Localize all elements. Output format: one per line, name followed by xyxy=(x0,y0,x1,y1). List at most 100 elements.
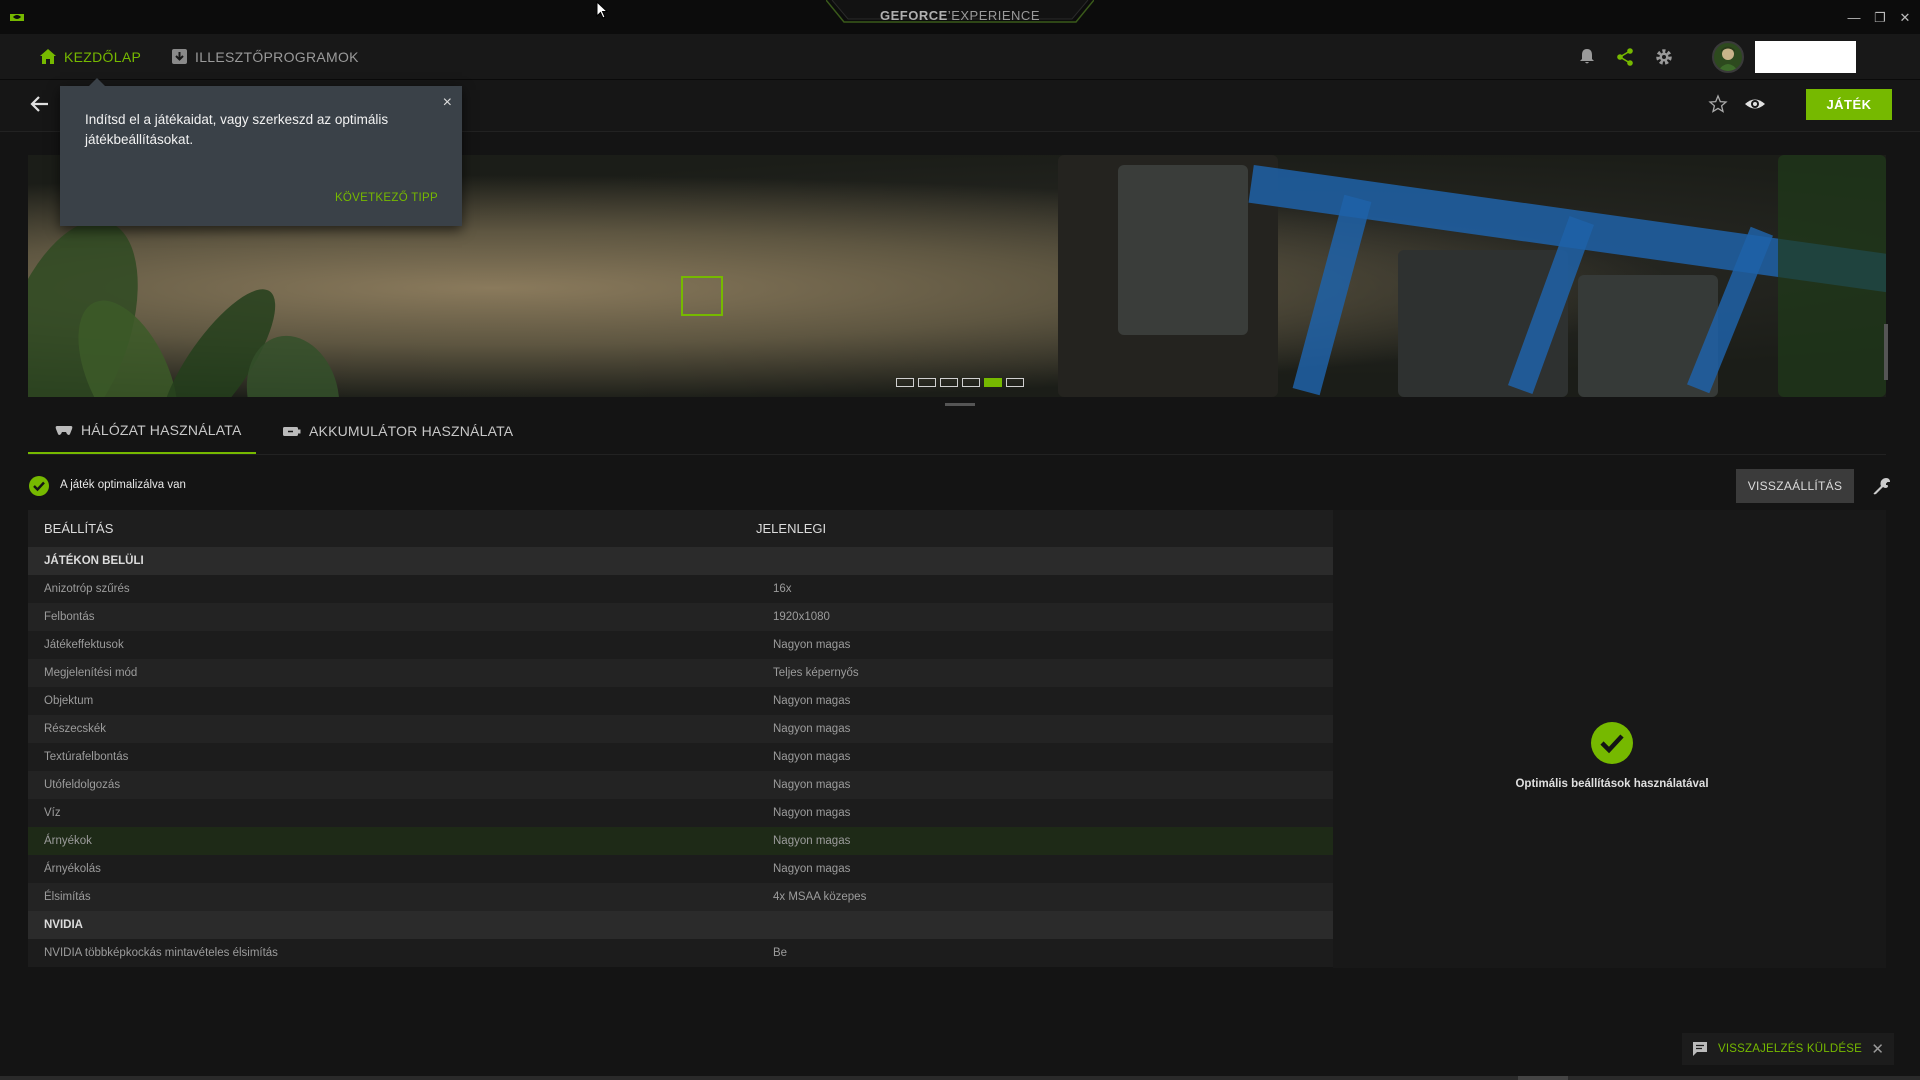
nvidia-settings-list: NVIDIA többképkockás mintavételes élsimí… xyxy=(28,939,1333,967)
section-header-nvidia: NVIDIA xyxy=(28,911,1333,939)
home-icon xyxy=(40,49,56,64)
tab-battery-usage[interactable]: AKKUMULÁTOR HASZNÁLATA xyxy=(283,408,513,454)
eye-icon[interactable] xyxy=(1744,94,1766,114)
tab-divider xyxy=(28,454,1886,455)
setting-value: Nagyon magas xyxy=(773,639,851,651)
tip-text: Indítsd el a játékaidat, vagy szerkeszd … xyxy=(85,112,389,147)
send-feedback-link[interactable]: VISSZAJELZÉS KÜLDÉSE xyxy=(1718,1043,1862,1055)
tab-drivers-label: ILLESZTŐPROGRAMOK xyxy=(195,48,359,65)
play-game-button[interactable]: JÁTÉK xyxy=(1806,89,1892,120)
favorite-star-icon[interactable] xyxy=(1708,94,1728,114)
user-avatar-icon xyxy=(1718,46,1738,71)
setting-name: Felbontás xyxy=(44,611,95,623)
resize-handle[interactable] xyxy=(945,403,975,406)
bottom-scroll-thumb[interactable] xyxy=(1518,1076,1568,1080)
section-header-ingame: JÁTÉKON BELÜLI xyxy=(28,547,1333,575)
bell-icon[interactable] xyxy=(1577,47,1597,67)
close-window-button[interactable]: ✕ xyxy=(1897,10,1913,26)
screenshot-focus-marker xyxy=(681,276,723,316)
setting-value: Teljes képernyős xyxy=(773,667,859,679)
carousel-dot[interactable] xyxy=(1006,378,1024,387)
restore-button[interactable]: ❐ xyxy=(1872,10,1888,26)
column-header-current: JELENLEGI xyxy=(756,521,827,536)
avatar[interactable] xyxy=(1712,41,1744,73)
setting-value: Nagyon magas xyxy=(773,695,851,707)
setting-name: Árnyékok xyxy=(44,835,92,847)
usage-tabs: HÁLÓZAT HASZNÁLATA AKKUMULÁTOR HASZNÁLAT… xyxy=(28,408,1886,455)
feedback-close-button[interactable]: ✕ xyxy=(1871,1040,1884,1058)
carousel-dot[interactable] xyxy=(940,378,958,387)
setting-value: Nagyon magas xyxy=(773,863,851,875)
top-navigation: KEZDŐLAP ILLESZTŐPROGRAMOK xyxy=(0,34,1920,80)
setting-name: Anizotróp szűrés xyxy=(44,583,130,595)
table-row[interactable]: Textúrafelbontás Nagyon magas xyxy=(28,743,1333,771)
setting-value: 16x xyxy=(773,583,792,595)
setting-value: Nagyon magas xyxy=(773,835,851,847)
carousel-dot[interactable] xyxy=(962,378,980,387)
carousel-dot[interactable] xyxy=(918,378,936,387)
tab-network-label: HÁLÓZAT HASZNÁLATA xyxy=(81,422,242,438)
table-row[interactable]: Utófeldolgozás Nagyon magas xyxy=(28,771,1333,799)
tab-home-label: KEZDŐLAP xyxy=(64,48,142,65)
table-row[interactable]: Anizotróp szűrés 16x xyxy=(28,575,1333,603)
network-controller-icon xyxy=(55,426,73,435)
tip-close-button[interactable]: × xyxy=(443,94,452,112)
table-row[interactable]: Árnyékok Nagyon magas xyxy=(28,827,1333,855)
table-row[interactable]: Részecskék Nagyon magas xyxy=(28,715,1333,743)
setting-name: Részecskék xyxy=(44,723,106,735)
table-row[interactable]: Árnyékolás Nagyon magas xyxy=(28,855,1333,883)
tab-network-usage[interactable]: HÁLÓZAT HASZNÁLATA xyxy=(28,408,256,454)
feedback-bar[interactable]: VISSZAJELZÉS KÜLDÉSE ✕ xyxy=(1682,1033,1894,1065)
setting-name: Víz xyxy=(44,807,61,819)
next-tip-link[interactable]: KÖVETKEZŐ TIPP xyxy=(335,192,438,204)
optimized-status-text: A játék optimalizálva van xyxy=(60,479,186,491)
restore-defaults-button[interactable]: VISSZAÁLLÍTÁS xyxy=(1736,469,1854,503)
carousel-dot-active[interactable] xyxy=(984,378,1002,387)
share-icon[interactable] xyxy=(1615,47,1635,67)
setting-name: Élsimítás xyxy=(44,891,91,903)
battery-icon xyxy=(283,427,301,436)
table-row[interactable]: Felbontás 1920x1080 xyxy=(28,603,1333,631)
setting-value: Nagyon magas xyxy=(773,779,851,791)
tip-popup: Indítsd el a játékaidat, vagy szerkeszd … xyxy=(60,78,462,226)
bottom-scroll-track xyxy=(0,1076,1920,1080)
banner-scrollbar[interactable] xyxy=(1884,324,1888,380)
setting-value: Be xyxy=(773,947,788,959)
optimized-check-icon xyxy=(29,476,49,496)
setting-name: Megjelenítési mód xyxy=(44,667,138,679)
ingame-settings-list: Anizotróp szűrés 16x Felbontás 1920x1080 Ját… xyxy=(28,575,1333,911)
wrench-icon[interactable] xyxy=(1872,476,1892,496)
table-row[interactable]: Élsimítás 4x MSAA közepes xyxy=(28,883,1333,911)
tab-home[interactable]: KEZDŐLAP xyxy=(40,34,141,79)
minimize-button[interactable]: — xyxy=(1846,10,1862,26)
mouse-cursor-icon xyxy=(596,1,608,19)
username-field[interactable] xyxy=(1755,41,1856,73)
nvidia-logo-icon xyxy=(10,14,24,21)
setting-name: NVIDIA többképkockás mintavételes élsimí… xyxy=(44,947,278,959)
setting-value: 1920x1080 xyxy=(773,611,830,623)
tab-battery-label: AKKUMULÁTOR HASZNÁLATA xyxy=(309,423,514,439)
table-row[interactable]: Játékeffektusok Nagyon magas xyxy=(28,631,1333,659)
column-header-setting: BEÁLLÍTÁS xyxy=(44,521,114,536)
setting-name: Textúrafelbontás xyxy=(44,751,129,763)
title-bar: GEFORCE’EXPERIENCE — ❐ ✕ xyxy=(0,0,1920,34)
table-row[interactable]: Víz Nagyon magas xyxy=(28,799,1333,827)
setting-name: Utófeldolgozás xyxy=(44,779,121,791)
gear-icon[interactable] xyxy=(1654,47,1674,67)
setting-name: Játékeffektusok xyxy=(44,639,124,651)
setting-name: Árnyékolás xyxy=(44,863,101,875)
driver-package-icon xyxy=(172,49,187,64)
feedback-chat-icon xyxy=(1693,1042,1707,1056)
tab-drivers[interactable]: ILLESZTŐPROGRAMOK xyxy=(172,34,359,79)
setting-name: Objektum xyxy=(44,695,94,707)
table-row[interactable]: Megjelenítési mód Teljes képernyős xyxy=(28,659,1333,687)
setting-value: 4x MSAA közepes xyxy=(773,891,867,903)
table-row[interactable]: NVIDIA többképkockás mintavételes élsimí… xyxy=(28,939,1333,967)
carousel-dot[interactable] xyxy=(896,378,914,387)
table-row[interactable]: Objektum Nagyon magas xyxy=(28,687,1333,715)
back-arrow-icon[interactable] xyxy=(28,92,52,116)
table-header: BEÁLLÍTÁS JELENLEGI xyxy=(28,510,1333,547)
optimal-check-icon xyxy=(1591,722,1633,764)
setting-value: Nagyon magas xyxy=(773,807,851,819)
optimal-settings-text: Optimális beállítások használatával xyxy=(1515,778,1709,790)
